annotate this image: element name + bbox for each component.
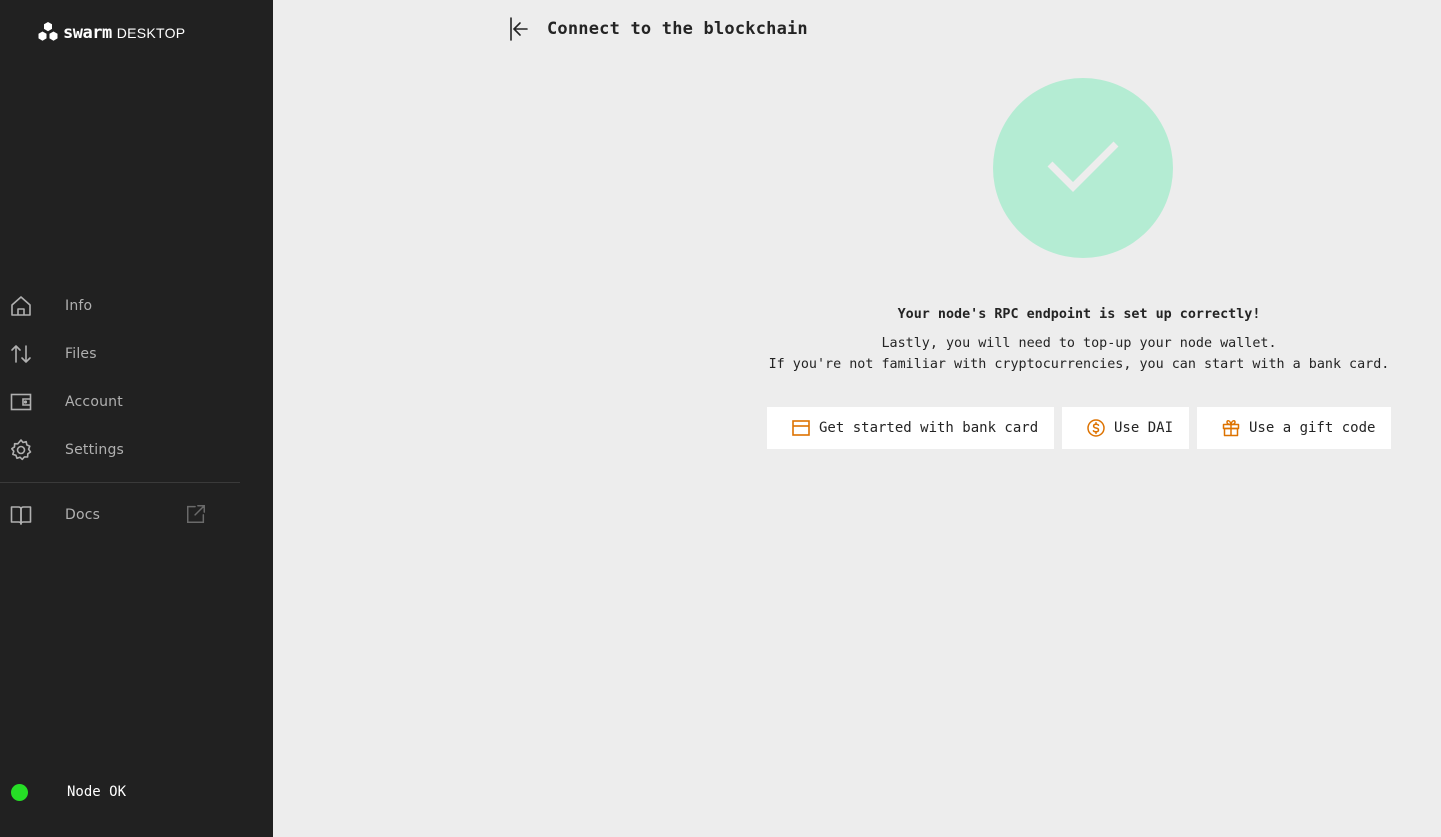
swarm-logo-icon: [38, 22, 58, 41]
gift-icon: [1222, 420, 1240, 437]
gift-code-button[interactable]: Use a gift code: [1197, 407, 1391, 449]
arrows-up-down-icon: [11, 345, 31, 363]
success-message-line: Lastly, you will need to top-up your nod…: [881, 336, 1277, 351]
status-indicator: [11, 784, 28, 801]
success-message-title: Your node's RPC endpoint is set up corre…: [897, 307, 1261, 322]
node-status: Node OK: [0, 778, 273, 808]
sidebar-item-account[interactable]: Account: [0, 378, 273, 426]
button-label: Get started with bank card: [819, 420, 1039, 436]
success-message-line: If you're not familiar with cryptocurren…: [768, 357, 1390, 372]
sidebar-item-label: Files: [65, 346, 97, 362]
use-dai-button[interactable]: Use DAI: [1062, 407, 1189, 449]
brand-name: swarm: [63, 23, 112, 43]
external-link-icon: [187, 505, 205, 523]
arrow-left-icon[interactable]: [508, 16, 530, 42]
gear-icon: [11, 439, 32, 461]
sidebar-item-label: Settings: [65, 442, 125, 458]
status-text: Node OK: [67, 784, 127, 800]
wallet-icon: [10, 393, 32, 411]
sidebar-item-label: Docs: [65, 507, 101, 523]
sidebar: swarm DESKTOP Info Files Account Setting…: [0, 0, 273, 837]
home-icon: [11, 296, 31, 316]
sidebar-item-label: Account: [65, 394, 123, 410]
sidebar-item-docs[interactable]: Docs: [0, 491, 240, 539]
sidebar-item-files[interactable]: Files: [0, 330, 273, 378]
sidebar-divider: [0, 482, 240, 483]
app-logo[interactable]: swarm DESKTOP: [36, 20, 185, 46]
button-label: Use DAI: [1114, 420, 1174, 436]
sidebar-item-info[interactable]: Info: [0, 282, 273, 330]
bank-card-button[interactable]: Get started with bank card: [767, 407, 1054, 449]
checkmark-icon: [1047, 141, 1119, 192]
dollar-coin-icon: [1087, 419, 1105, 437]
credit-card-icon: [792, 420, 810, 436]
sidebar-item-label: Info: [65, 298, 93, 314]
brand-subtitle: DESKTOP: [116, 25, 186, 41]
page-header: Connect to the blockchain: [508, 14, 808, 44]
page-title: Connect to the blockchain: [547, 19, 808, 39]
book-icon: [10, 506, 32, 525]
sidebar-nav: Info Files Account Settings: [0, 282, 273, 474]
success-badge: [993, 78, 1173, 258]
sidebar-item-settings[interactable]: Settings: [0, 426, 273, 474]
button-label: Use a gift code: [1249, 420, 1376, 436]
